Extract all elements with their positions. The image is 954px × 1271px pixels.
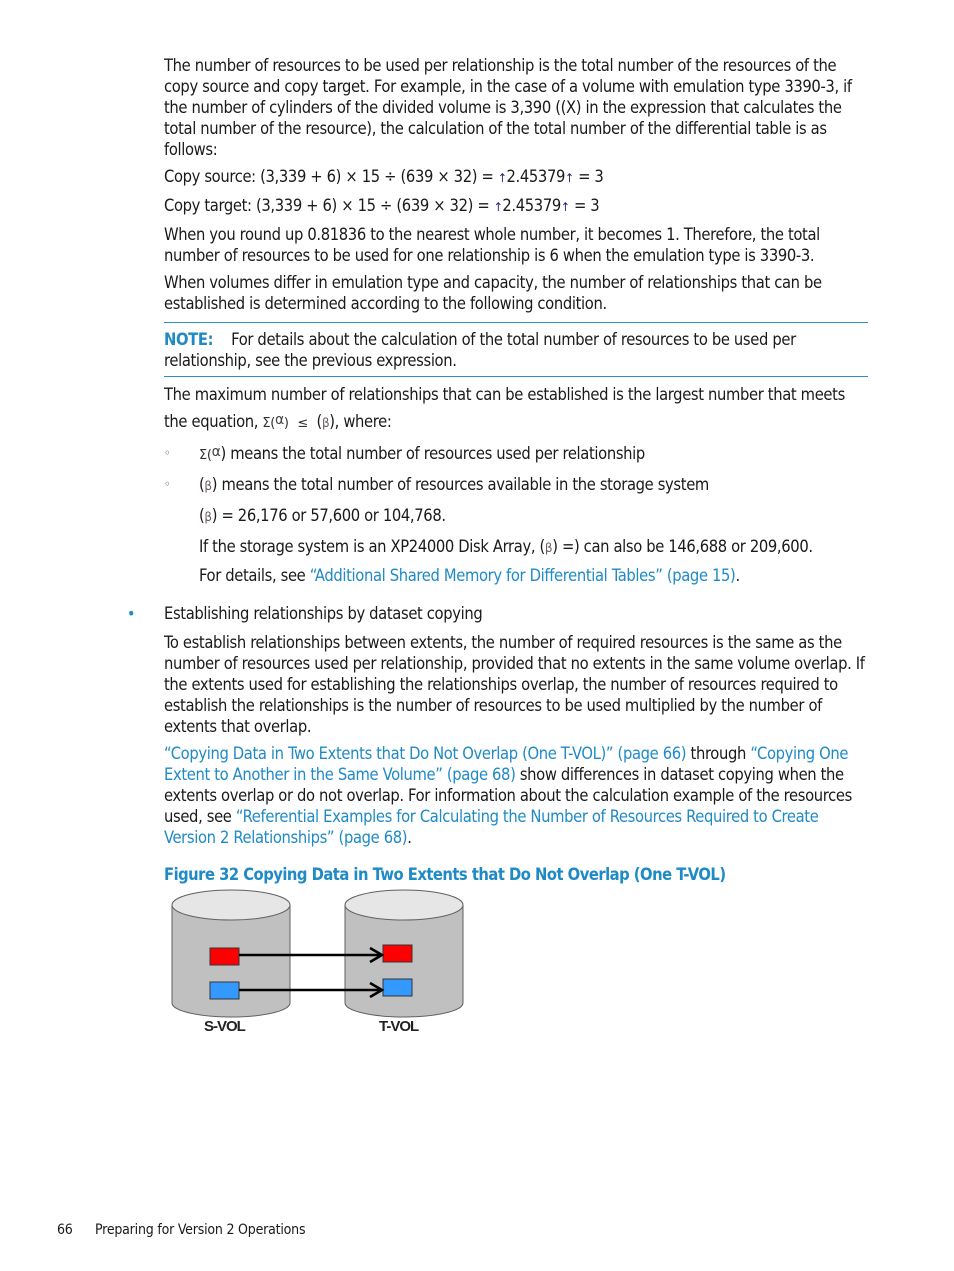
tvol-blue-extent xyxy=(382,978,413,997)
page-footer: 66 Preparing for Version 2 Operations xyxy=(57,1222,306,1238)
definition-list: ◦ Σ(α) means the total number of resourc… xyxy=(164,443,868,586)
copy-target-formula: Copy target: (3,339 + 6) × 15 ÷ (639 × 3… xyxy=(164,196,600,215)
bullet-icon: • xyxy=(127,604,136,623)
bullet-item-dataset-copying: • Establishing relationships by dataset … xyxy=(127,603,868,848)
svol-label: S-VOL xyxy=(204,1018,246,1035)
differ-paragraph: When volumes differ in emulation type an… xyxy=(164,273,822,313)
leq-sign: ≤ xyxy=(297,416,308,431)
ceiling-right-icon: ↑ xyxy=(560,200,570,214)
bullet-title: Establishing relationships by dataset co… xyxy=(164,604,483,623)
circle-bullet-icon: ◦ xyxy=(164,446,171,460)
round-up-paragraph: When you round up 0.81836 to the nearest… xyxy=(164,225,820,265)
max-relationships-paragraph: The maximum number of relationships that… xyxy=(164,385,845,431)
dataset-copying-paragraph: To establish relationships between exten… xyxy=(164,633,865,736)
link-referential-examples[interactable]: “Referential Examples for Calculating th… xyxy=(164,807,819,847)
link-additional-shared-memory[interactable]: “Additional Shared Memory for Differenti… xyxy=(310,566,736,585)
xp24000-line: If the storage system is an XP24000 Disk… xyxy=(199,537,813,556)
note-text: For details about the calculation of the… xyxy=(164,330,796,370)
svol-blue-extent xyxy=(209,981,240,1000)
tvol-red-extent xyxy=(382,944,413,963)
copy-source-formula: Copy source: (3,339 + 6) × 15 ÷ (639 × 3… xyxy=(164,167,604,186)
page-number: 66 xyxy=(57,1222,73,1238)
intro-paragraph: The number of resources to be used per r… xyxy=(164,56,852,159)
link-copying-two-extents[interactable]: “Copying Data in Two Extents that Do Not… xyxy=(164,744,687,763)
divide-sign: ÷ xyxy=(384,167,397,186)
list-item: ◦ (β) means the total number of resource… xyxy=(164,475,709,494)
ceiling-right-icon: ↑ xyxy=(565,171,574,185)
divide-sign: ÷ xyxy=(380,196,393,215)
circle-bullet-icon: ◦ xyxy=(164,477,171,491)
note-label: NOTE: xyxy=(164,330,214,349)
figure-svol-tvol-diagram: S-VOL T-VOL xyxy=(171,889,464,1035)
svol-red-extent xyxy=(209,947,240,966)
footer-section-title: Preparing for Version 2 Operations xyxy=(95,1222,306,1238)
figure-title: Figure 32 Copying Data in Two Extents th… xyxy=(164,865,726,884)
note-box: NOTE: For details about the calculation o… xyxy=(164,322,868,377)
document-body: The number of resources to be used per r… xyxy=(127,55,868,885)
tvol-label: T-VOL xyxy=(379,1018,419,1035)
list-item: ◦ Σ(α) means the total number of resourc… xyxy=(164,444,645,463)
ceiling-left-icon: ↑ xyxy=(497,171,507,185)
details-line: For details, see “Additional Shared Memo… xyxy=(199,566,740,585)
references-paragraph: “Copying Data in Two Extents that Do Not… xyxy=(164,744,852,847)
beta-values: (β) = 26,176 or 57,600 or 104,768. xyxy=(199,506,446,525)
